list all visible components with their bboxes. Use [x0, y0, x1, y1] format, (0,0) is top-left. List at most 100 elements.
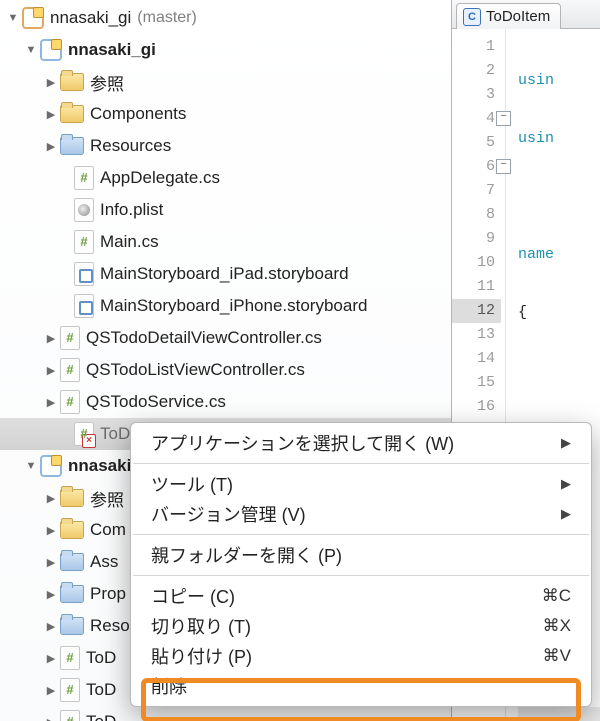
disclosure-icon[interactable]: ▶: [44, 683, 58, 697]
code-line: [518, 185, 600, 209]
project-name: nnasaki_gi: [68, 40, 156, 60]
fold-icon[interactable]: −: [496, 111, 511, 126]
tree-label: 参照: [90, 486, 124, 511]
tree-label: QSTodoDetailViewController.cs: [86, 328, 322, 348]
tree-label: Resources: [90, 136, 171, 156]
disclosure-icon[interactable]: ▶: [44, 331, 58, 345]
disclosure-icon[interactable]: ▶: [44, 587, 58, 601]
menu-label: 切り取り (T): [151, 613, 251, 639]
code-line-current: [518, 707, 600, 721]
disclosure-icon[interactable]: ▼: [24, 459, 38, 473]
disclosure-icon[interactable]: ▶: [44, 651, 58, 665]
menu-label: アプリケーションを選択して開く (W): [151, 430, 454, 456]
tree-label: ToD: [86, 712, 116, 721]
tree-item-file[interactable]: MainStoryboard_iPhone.storyboard: [0, 290, 451, 322]
disclosure-icon[interactable]: ▶: [44, 363, 58, 377]
tree-item-file[interactable]: Main.cs: [0, 226, 451, 258]
disclosure-icon[interactable]: ▼: [24, 43, 38, 57]
csharp-class-icon: C: [463, 8, 481, 26]
tree-item-file[interactable]: AppDelegate.cs: [0, 162, 451, 194]
csharp-file-icon: [74, 230, 94, 254]
csharp-file-icon: [60, 710, 80, 721]
tree-label: ToD: [86, 648, 116, 668]
tree-label: Info.plist: [100, 200, 163, 220]
tree-label: QSTodoService.cs: [86, 392, 226, 412]
tree-item-file[interactable]: ▶ QSTodoDetailViewController.cs: [0, 322, 451, 354]
folder-icon: [60, 489, 84, 507]
solution-name: nnasaki_gi: [50, 8, 131, 28]
project-icon: [40, 39, 62, 61]
folder-icon: [60, 73, 84, 91]
menu-separator: [133, 463, 589, 464]
disclosure-icon[interactable]: ▶: [44, 715, 58, 721]
csharp-file-icon: [60, 390, 80, 414]
submenu-arrow-icon: ▶: [561, 435, 571, 451]
tree-item-file[interactable]: ▶ ToD: [0, 706, 451, 721]
solution-icon: [22, 7, 44, 29]
menu-item-reveal-parent[interactable]: 親フォルダーを開く (P): [131, 540, 591, 570]
csharp-file-icon: [60, 678, 80, 702]
tree-label: Reso: [90, 616, 130, 636]
menu-item-cut[interactable]: 切り取り (T) ⌘X: [131, 611, 591, 641]
plist-file-icon: [74, 198, 94, 222]
menu-label: 親フォルダーを開く (P): [151, 542, 342, 568]
menu-label: 貼り付け (P): [151, 643, 252, 669]
disclosure-icon[interactable]: ▶: [44, 491, 58, 505]
folder-icon: [60, 105, 84, 123]
disclosure-icon[interactable]: ▶: [44, 139, 58, 153]
menu-item-paste[interactable]: 貼り付け (P) ⌘V: [131, 641, 591, 671]
menu-item-copy[interactable]: コピー (C) ⌘C: [131, 581, 591, 611]
menu-item-delete[interactable]: 削除: [131, 671, 591, 701]
tree-item-file[interactable]: ▶ QSTodoListViewController.cs: [0, 354, 451, 386]
menu-item-version-control[interactable]: バージョン管理 (V) ▶: [131, 499, 591, 529]
tree-label: Components: [90, 104, 186, 124]
disclosure-icon[interactable]: ▶: [44, 555, 58, 569]
folder-icon: [60, 137, 84, 155]
tree-item-file[interactable]: ▶ QSTodoService.cs: [0, 386, 451, 418]
menu-item-open-with[interactable]: アプリケーションを選択して開く (W) ▶: [131, 428, 591, 458]
tree-label: QSTodoListViewController.cs: [86, 360, 305, 380]
menu-separator: [133, 534, 589, 535]
tree-item-components[interactable]: ▶ Components: [0, 98, 451, 130]
disclosure-icon[interactable]: ▶: [44, 395, 58, 409]
tree-item-resources[interactable]: ▶ Resources: [0, 130, 451, 162]
tree-item-references[interactable]: ▶ 参照: [0, 66, 451, 98]
tree-item-file[interactable]: MainStoryboard_iPad.storyboard: [0, 258, 451, 290]
disclosure-icon[interactable]: ▶: [44, 75, 58, 89]
tree-label: 参照: [90, 70, 124, 95]
csharp-file-icon: [60, 358, 80, 382]
branch-label: (master): [137, 9, 197, 27]
tree-label: Prop: [90, 584, 126, 604]
menu-label: 削除: [151, 673, 187, 699]
disclosure-icon[interactable]: ▼: [6, 11, 20, 25]
tree-label: ToD: [86, 680, 116, 700]
disclosure-icon[interactable]: ▶: [44, 523, 58, 537]
code-line: usin: [518, 130, 554, 147]
solution-row[interactable]: ▼ nnasaki_gi (master): [0, 2, 451, 34]
disclosure-icon[interactable]: ▶: [44, 107, 58, 121]
code-line: usin: [518, 72, 554, 89]
tree-label: MainStoryboard_iPad.storyboard: [100, 264, 349, 284]
folder-icon: [60, 553, 84, 571]
ide-window: ▼ nnasaki_gi (master) ▼ nnasaki_gi ▶ 参照: [0, 0, 600, 721]
tree-label: Com: [90, 520, 126, 540]
storyboard-file-icon: [74, 262, 94, 286]
code-line: {: [518, 301, 600, 325]
menu-label: バージョン管理 (V): [151, 501, 306, 527]
submenu-arrow-icon: ▶: [561, 506, 571, 522]
code-line: name: [518, 246, 554, 263]
folder-icon: [60, 617, 84, 635]
disclosure-icon[interactable]: ▶: [44, 619, 58, 633]
menu-shortcut: ⌘X: [543, 616, 571, 636]
fold-icon[interactable]: −: [496, 159, 511, 174]
project-row[interactable]: ▼ nnasaki_gi: [0, 34, 451, 66]
menu-label: ツール (T): [151, 471, 233, 497]
editor-tab[interactable]: C ToDoItem: [456, 3, 561, 29]
folder-icon: [60, 585, 84, 603]
editor-tab-label: ToDoItem: [486, 8, 550, 25]
menu-item-tools[interactable]: ツール (T) ▶: [131, 469, 591, 499]
tree-label: MainStoryboard_iPhone.storyboard: [100, 296, 367, 316]
tree-item-file[interactable]: Info.plist: [0, 194, 451, 226]
project-icon: [40, 455, 62, 477]
submenu-arrow-icon: ▶: [561, 476, 571, 492]
